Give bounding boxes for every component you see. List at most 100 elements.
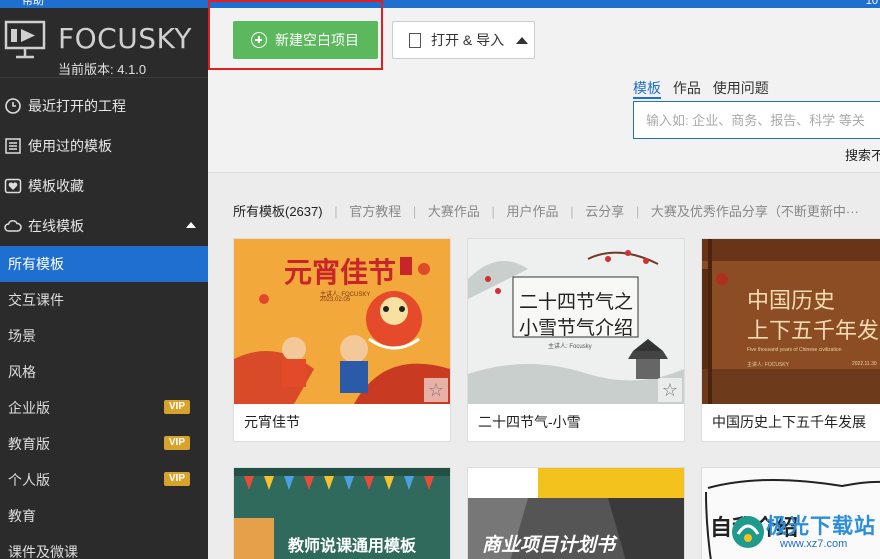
focusky-logo-icon: [4, 20, 46, 59]
template-thumbnail: 中国历史 上下五千年发 Five thousand years of Chine…: [702, 239, 880, 404]
thumbnail-title: 中国历史 上下五千年发: [747, 287, 879, 347]
sidebar-item-label: 场景: [8, 328, 36, 344]
filter-contest-works[interactable]: 大赛作品: [428, 204, 480, 219]
thumbnail-presenter: 主讲人: FOCUSKY: [747, 362, 789, 368]
thumbnail-title: 教师说课通用模板: [288, 538, 417, 555]
menu-help[interactable]: 帮助: [22, 0, 44, 7]
new-blank-project-label: 新建空白项目: [275, 32, 359, 48]
thumbnail-title-line-2: 小雪节气介绍: [518, 317, 633, 339]
heart-icon: [4, 178, 22, 194]
thumbnail-date: 2023.02.05: [320, 297, 351, 303]
sidebar-item-label: 企业版: [8, 400, 50, 416]
template-thumbnail: 元宵佳节 主讲人: FOCUSKY 2023.02.05 ☆: [234, 239, 450, 404]
sidebar: FOCUSKY 当前版本: 4.1.0 最近打开的工程 使用过的模板 模板收藏 …: [0, 8, 208, 559]
thumbnail-date: 2022.11.30: [852, 361, 877, 367]
thumbnail-title: 二十四节气之 小雪节气介绍: [516, 289, 636, 341]
filter-separator: |: [570, 204, 574, 219]
thumbnail-title-line-1: 中国历史: [747, 289, 836, 314]
main-content: 新建空白项目 打开 & 导入 模板 作品 使用问题 搜索不 所有模板(2637)…: [208, 0, 880, 559]
version-label: 当前版本: 4.1.0: [58, 62, 147, 77]
sidebar-item-label: 风格: [8, 364, 36, 380]
vip-badge: VIP: [163, 400, 190, 414]
sidebar-item-personal[interactable]: 个人版 VIP: [0, 462, 208, 498]
filter-separator: |: [635, 204, 640, 219]
sidebar-item-label: 个人版: [8, 472, 50, 488]
thumbnail-title: 商业项目计划书: [482, 535, 616, 556]
cloud-icon: [4, 219, 22, 232]
sidebar-section-online-templates[interactable]: 在线模板: [0, 206, 208, 246]
sidebar-item-label: 所有模板: [8, 256, 64, 272]
open-import-label: 打开 & 导入: [431, 32, 505, 48]
caret-up-icon[interactable]: [186, 222, 196, 228]
template-name: 中国历史上下五千年发展: [712, 414, 866, 430]
sidebar-item-label: 交互课件: [8, 292, 64, 308]
sidebar-item-interactive-courseware[interactable]: 交互课件: [0, 282, 208, 318]
sidebar-item-all-templates[interactable]: 所有模板: [0, 246, 208, 282]
star-icon[interactable]: ☆: [424, 378, 448, 402]
filter-user-works[interactable]: 用户作品: [507, 204, 559, 219]
template-name: 元宵佳节: [244, 414, 300, 430]
thumbnail-title-line-1: 二十四节气之: [518, 291, 633, 313]
thumbnail-subtitle: Five thousand years of Chinese civilizat…: [747, 347, 842, 353]
template-filter-bar: 所有模板(2637) | 官方教程 | 大赛作品 | 用户作品 | 云分享 | …: [233, 201, 859, 220]
tab-faq[interactable]: 使用问题: [713, 80, 769, 96]
filter-separator: |: [412, 204, 417, 219]
plus-circle-icon: [251, 32, 267, 48]
search-tabs: 模板 作品 使用问题: [633, 78, 777, 99]
title-bar-right-text: 10: [865, 0, 878, 7]
template-card[interactable]: 商业项目计划书: [467, 467, 685, 559]
thumbnail-presenter: 主讲人: Focusky: [548, 344, 592, 350]
toolbar: 新建空白项目 打开 & 导入 模板 作品 使用问题 搜索不: [208, 0, 880, 173]
clock-icon: [5, 98, 21, 114]
sidebar-section-label: 在线模板: [28, 218, 84, 234]
template-card[interactable]: 中国历史 上下五千年发 Five thousand years of Chine…: [701, 238, 880, 442]
vip-badge: VIP: [163, 472, 190, 486]
tab-templates[interactable]: 模板: [633, 80, 661, 99]
tab-works[interactable]: 作品: [673, 80, 701, 96]
brand: FOCUSKY 当前版本: 4.1.0: [0, 8, 208, 78]
sidebar-item-education-edition[interactable]: 教育版 VIP: [0, 426, 208, 462]
filter-contest-excellent[interactable]: 大赛及优秀作品分享（不断更新中···: [651, 204, 859, 219]
template-thumbnail: 二十四节气之 小雪节气介绍 主讲人: Focusky ☆: [468, 239, 684, 404]
watermark-url: www.xz7.com: [780, 538, 848, 550]
file-icon: [409, 32, 421, 48]
sidebar-item-label: 教育版: [8, 436, 50, 452]
caret-up-icon[interactable]: [516, 37, 528, 44]
watermark-text: 极光下载站: [766, 515, 876, 538]
sidebar-item-courseware[interactable]: 课件及微课: [0, 534, 208, 559]
sidebar-item-enterprise[interactable]: 企业版 VIP: [0, 390, 208, 426]
watermark: 极光下载站 www.xz7.com: [728, 508, 880, 559]
sidebar-item-label: 最近打开的工程: [28, 98, 126, 114]
new-blank-project-button[interactable]: 新建空白项目: [233, 21, 378, 59]
template-card[interactable]: 教师说课通用模板: [233, 467, 451, 559]
template-card[interactable]: 二十四节气之 小雪节气介绍 主讲人: Focusky ☆ 二十四节气-小雪: [467, 238, 685, 442]
search-input[interactable]: [634, 102, 880, 138]
filter-separator: |: [334, 204, 338, 219]
thumbnail-title: 元宵佳节: [284, 256, 397, 289]
template-card[interactable]: 元宵佳节 主讲人: FOCUSKY 2023.02.05 ☆ 元宵佳节: [233, 238, 451, 442]
search-button[interactable]: 搜索不: [845, 145, 880, 164]
filter-all-templates[interactable]: 所有模板(2637): [233, 204, 323, 219]
star-icon[interactable]: ☆: [658, 378, 682, 402]
sidebar-item-style[interactable]: 风格: [0, 354, 208, 390]
search-box: [633, 101, 880, 139]
brand-name: FOCUSKY: [58, 22, 192, 55]
sidebar-item-label: 教育: [8, 508, 36, 524]
sidebar-item-label: 课件及微课: [8, 544, 78, 559]
sidebar-item-label: 模板收藏: [28, 178, 84, 194]
sidebar-item-education[interactable]: 教育: [0, 498, 208, 534]
watermark-logo-icon: [732, 516, 764, 548]
title-bar: 帮助 10: [0, 0, 880, 8]
sidebar-item-recent-projects[interactable]: 最近打开的工程: [0, 86, 208, 126]
list-icon: [5, 138, 21, 154]
filter-official-tutorials[interactable]: 官方教程: [349, 204, 401, 219]
filter-cloud-share[interactable]: 云分享: [585, 204, 624, 219]
sidebar-item-label: 使用过的模板: [28, 138, 112, 154]
sidebar-item-favorites[interactable]: 模板收藏: [0, 166, 208, 206]
filter-separator: |: [491, 204, 495, 219]
open-import-button[interactable]: 打开 & 导入: [392, 21, 535, 59]
sidebar-item-used-templates[interactable]: 使用过的模板: [0, 126, 208, 166]
vip-badge: VIP: [163, 436, 190, 450]
template-name: 二十四节气-小雪: [478, 414, 581, 430]
sidebar-item-scene[interactable]: 场景: [0, 318, 208, 354]
